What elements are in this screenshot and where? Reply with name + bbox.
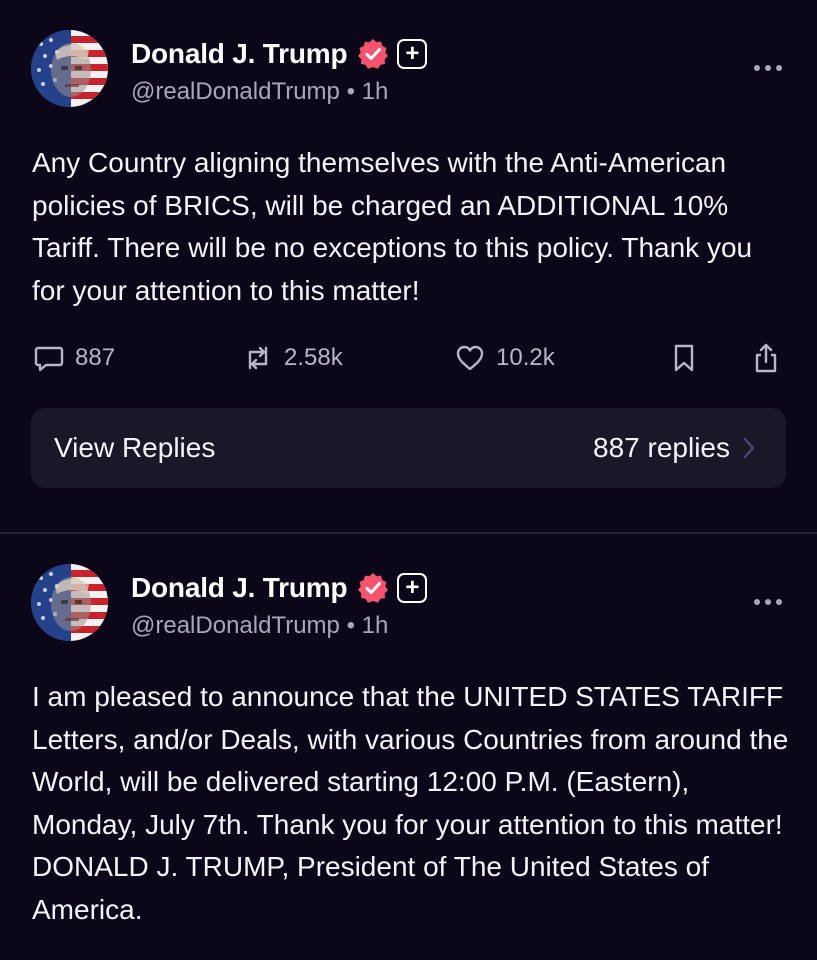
retruth-count: 2.58k [284, 344, 343, 371]
verified-badge-icon [358, 573, 389, 603]
plus-badge-icon: + [397, 39, 428, 69]
separator: • [346, 78, 355, 105]
handle-row: @realDonaldTrump • 1h [131, 78, 388, 106]
reply-button[interactable]: 887 [33, 338, 115, 378]
plus-badge-icon: + [397, 573, 428, 603]
like-button[interactable]: 10.2k [454, 338, 555, 378]
author-name[interactable]: Donald J. Trump [131, 572, 348, 604]
post-time: 1h [361, 612, 389, 639]
separator: • [346, 612, 355, 639]
bookmark-icon [674, 344, 694, 372]
retruth-button[interactable]: 2.58k [242, 338, 343, 378]
more-icon[interactable] [750, 592, 786, 612]
avatar[interactable] [31, 30, 108, 107]
reply-count: 887 [75, 344, 116, 371]
avatar-image [31, 564, 108, 641]
author-row: Donald J. Trump + [131, 36, 428, 72]
verified-badge-icon [358, 39, 389, 69]
avatar[interactable] [31, 564, 108, 641]
retruth-icon [248, 346, 268, 370]
heart-icon [456, 345, 484, 371]
author-handle[interactable]: @realDonaldTrump [131, 612, 340, 639]
like-count: 10.2k [496, 344, 555, 371]
reply-icon [34, 346, 64, 372]
avatar-image [31, 30, 108, 107]
share-button[interactable] [750, 338, 782, 378]
view-replies-right: 887 replies [593, 432, 756, 464]
author-row: Donald J. Trump + [131, 570, 428, 606]
view-replies-count: 887 replies [593, 432, 730, 463]
handle-row: @realDonaldTrump • 1h [131, 612, 388, 640]
bookmark-button[interactable] [668, 338, 700, 378]
post: Donald J. Trump + @realDonaldTrump • 1h … [0, 534, 817, 960]
view-replies-label: View Replies [54, 432, 216, 463]
post: Donald J. Trump + @realDonaldTrump • 1h … [0, 0, 817, 532]
more-icon[interactable] [750, 58, 786, 78]
author-handle[interactable]: @realDonaldTrump [131, 78, 340, 105]
author-name[interactable]: Donald J. Trump [131, 38, 348, 70]
chevron-right-icon [743, 437, 755, 459]
view-replies-button[interactable]: View Replies 887 replies [31, 408, 786, 488]
share-icon [755, 343, 777, 373]
post-text: Any Country aligning themselves with the… [32, 147, 753, 306]
action-bar: 887 2.58k 10.2k [0, 338, 817, 378]
post-time: 1h [361, 78, 389, 105]
post-text: I am pleased to announce that the UNITED… [32, 681, 789, 925]
